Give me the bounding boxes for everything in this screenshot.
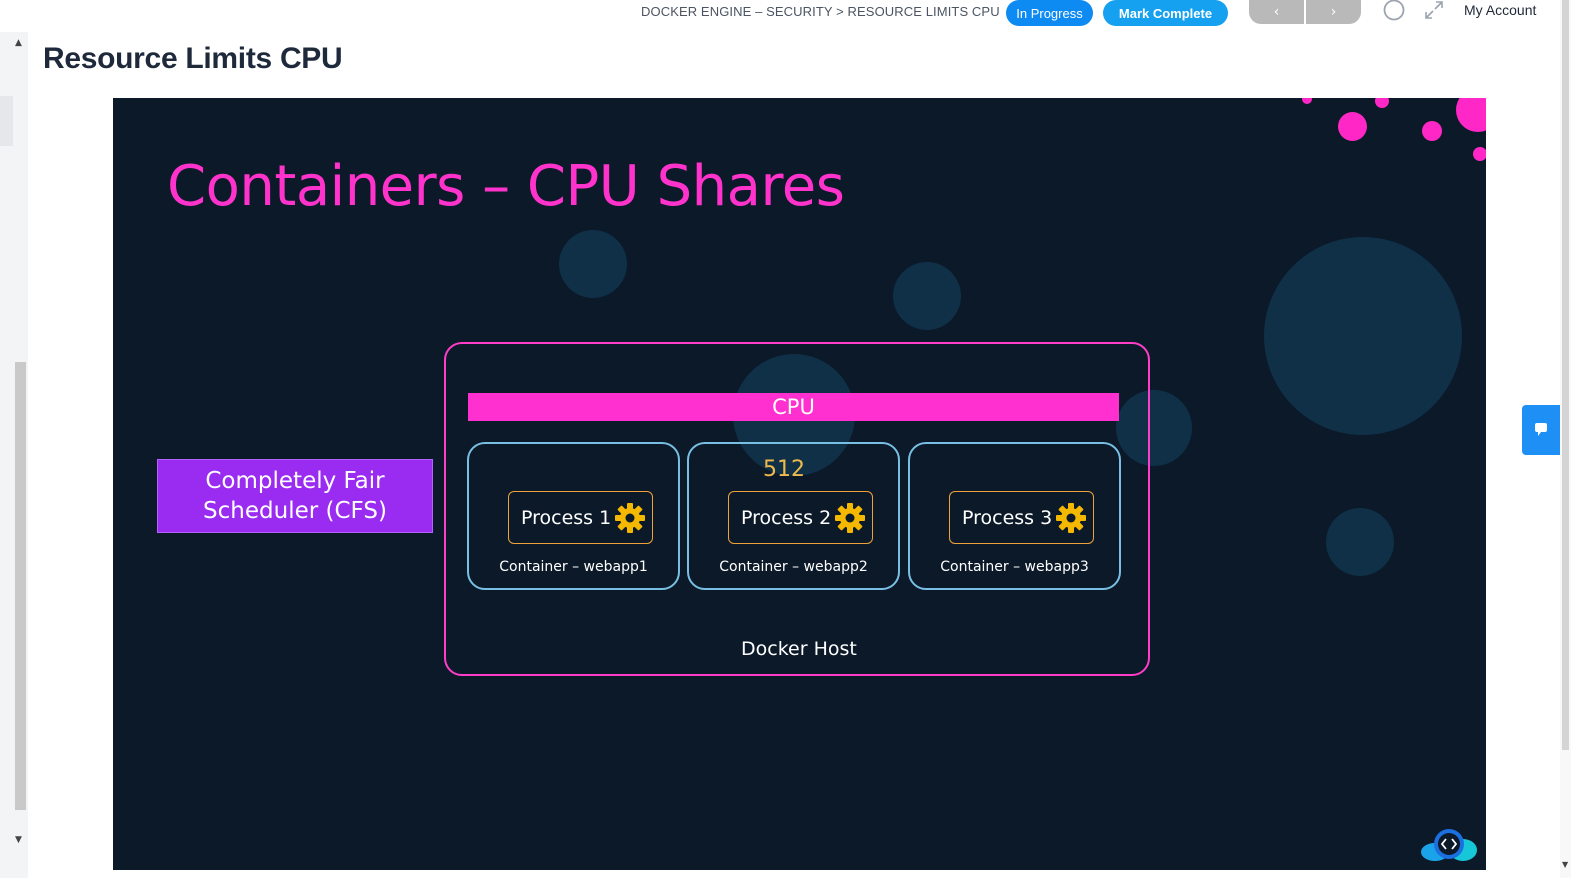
moon-icon[interactable] xyxy=(1382,0,1406,22)
cpu-shares-value: 512 xyxy=(763,457,805,482)
page-title: Resource Limits CPU xyxy=(43,42,343,75)
course-page: ▲ ▼ DOCKER ENGINE – SECURITY > RESOURCE … xyxy=(0,0,1571,878)
chevron-left-icon: ‹ xyxy=(1273,4,1280,20)
decor-dot xyxy=(1375,98,1389,108)
lesson-slide: Containers – CPU Shares Completely Fair S… xyxy=(113,98,1486,870)
docker-host-label: Docker Host xyxy=(741,638,857,660)
in-progress-button[interactable]: In Progress xyxy=(1006,0,1093,26)
decor-dot xyxy=(1338,112,1367,141)
gear-icon xyxy=(615,503,645,533)
left-strip-top xyxy=(0,0,28,32)
mark-complete-button[interactable]: Mark Complete xyxy=(1103,0,1228,26)
expand-icon[interactable] xyxy=(1424,0,1444,20)
left-scrollbar[interactable]: ▲ ▼ xyxy=(0,32,28,878)
chevron-right-icon: › xyxy=(1330,4,1337,20)
container-webapp3: Process 3 Container – webapp3 xyxy=(908,442,1121,590)
slide-title: Containers – CPU Shares xyxy=(167,154,845,219)
process-box: Process 3 xyxy=(949,491,1094,544)
process-label: Process 2 xyxy=(741,506,832,529)
decor-dot xyxy=(1302,98,1312,104)
next-lesson-button[interactable]: › xyxy=(1306,0,1361,24)
decor-bubble xyxy=(559,230,627,298)
scroll-down-arrow-icon[interactable]: ▼ xyxy=(15,835,22,845)
decor-dot xyxy=(1473,147,1486,161)
chat-button[interactable] xyxy=(1522,405,1560,455)
process-label: Process 1 xyxy=(521,506,612,529)
scroll-down-arrow-icon[interactable]: ▼ xyxy=(1562,860,1568,869)
process-box: Process 2 xyxy=(728,491,873,544)
container-label: Container – webapp1 xyxy=(499,559,648,575)
container-label: Container – webapp3 xyxy=(940,559,1089,575)
container-webapp1: Process 1 Container – webapp1 xyxy=(467,442,680,590)
container-label: Container – webapp2 xyxy=(719,559,868,575)
code-cloud-logo xyxy=(1421,829,1477,861)
decor-dot xyxy=(1422,121,1442,141)
right-scrollbar-thumb[interactable] xyxy=(1562,0,1569,750)
process-label: Process 3 xyxy=(962,506,1053,529)
breadcrumb[interactable]: DOCKER ENGINE – SECURITY > RESOURCE LIMI… xyxy=(641,4,1000,19)
decor-bubble xyxy=(893,262,961,330)
decor-dot xyxy=(1456,98,1486,132)
process-box: Process 1 xyxy=(508,491,653,544)
chat-icon xyxy=(1535,423,1547,436)
previous-lesson-button[interactable]: ‹ xyxy=(1249,0,1304,24)
decor-bubble xyxy=(1264,237,1462,435)
cfs-scheduler-box: Completely Fair Scheduler (CFS) xyxy=(157,459,433,533)
scroll-up-arrow-icon[interactable]: ▲ xyxy=(15,38,22,48)
sidebar-collapse-tab[interactable] xyxy=(0,96,13,146)
gear-icon xyxy=(835,503,865,533)
my-account-link[interactable]: My Account xyxy=(1464,2,1536,18)
gear-icon xyxy=(1056,503,1086,533)
left-scrollbar-thumb[interactable] xyxy=(15,362,26,810)
cpu-bar: CPU xyxy=(468,393,1119,421)
right-scrollbar[interactable]: ▼ xyxy=(1560,0,1571,878)
lesson-nav: ‹ › xyxy=(1249,0,1361,24)
decor-bubble xyxy=(1326,508,1394,576)
